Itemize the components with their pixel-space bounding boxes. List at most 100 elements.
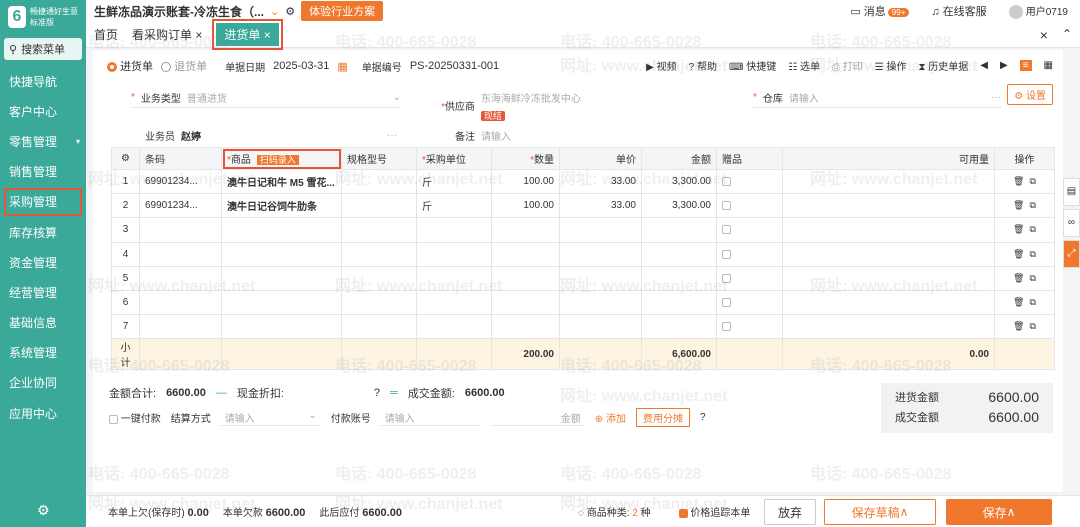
copy-icon[interactable]: ⧉ [1030, 224, 1036, 234]
more-icon[interactable]: ··· [387, 130, 397, 141]
toolbar-item[interactable]: ⌨ 快捷键 [729, 58, 776, 73]
prev-icon[interactable]: ◀ [980, 60, 988, 71]
cell-amount[interactable]: 3,300.00 [641, 193, 717, 219]
cell-product[interactable] [221, 289, 342, 316]
copy-icon[interactable]: ⧉ [1030, 249, 1036, 259]
gift-checkbox[interactable] [716, 314, 783, 340]
cell-unit[interactable] [416, 241, 492, 267]
cell-qty[interactable] [491, 289, 560, 316]
one-click-pay-checkbox[interactable]: 一键付款 [109, 410, 161, 425]
sidebar-item[interactable]: 应用中心 [0, 398, 86, 428]
cell-spec[interactable] [341, 193, 417, 219]
tab-purchase-receipt[interactable]: 进货单 × [212, 19, 283, 50]
date-value[interactable]: 2025-03-31 [273, 60, 329, 72]
cell-qty[interactable] [491, 314, 560, 340]
abandon-button[interactable]: 放弃 [764, 499, 816, 525]
cell-price[interactable] [559, 314, 642, 340]
pay-account-input[interactable]: 请输入 [380, 410, 481, 426]
cell-product[interactable] [221, 265, 342, 291]
next-icon[interactable]: ▶ [1000, 60, 1008, 71]
caret-down-icon[interactable]: ▾ [76, 137, 80, 146]
delete-icon[interactable]: 🗑 [1013, 273, 1024, 283]
sidebar-item[interactable]: 经营管理 [0, 277, 86, 307]
cell-barcode[interactable]: 69901234... [139, 193, 222, 219]
link-icon[interactable]: ∞ [1063, 209, 1080, 237]
gift-checkbox[interactable] [716, 193, 783, 219]
warehouse-field[interactable]: * 仓库 请输入 ··· [753, 90, 1001, 108]
cell-amount[interactable] [641, 314, 717, 340]
sidebar-item[interactable]: 销售管理 [0, 157, 86, 187]
cell-price[interactable] [559, 241, 642, 267]
cell-amount[interactable] [641, 241, 717, 267]
note-icon[interactable]: ▤ [1063, 178, 1080, 206]
cell-amount[interactable] [641, 265, 717, 291]
cell-spec[interactable] [341, 265, 417, 291]
cell-spec[interactable] [341, 314, 417, 340]
cell-qty[interactable]: 100.00 [491, 193, 560, 219]
tab-view-po[interactable]: 看采购订单 × [132, 26, 202, 43]
cell-barcode[interactable]: 69901234... [139, 168, 222, 195]
copy-icon[interactable]: ⧉ [1030, 200, 1036, 210]
tab-home[interactable]: 首页 [94, 26, 118, 43]
cell-unit[interactable] [416, 217, 492, 243]
table-row[interactable]: 1 69901234... 澳牛日记和牛 M5 雪花... 斤 100.00 33.00 3… [111, 168, 1055, 195]
toolbar-item[interactable]: ▶ 视频 [646, 58, 676, 73]
cell-price[interactable] [559, 265, 642, 291]
biz-type-field[interactable]: * 业务类型 普通进货 ⌄ [131, 90, 401, 108]
cell-amount[interactable] [641, 217, 717, 243]
toolbar-item[interactable]: ☰ 操作 [875, 58, 907, 73]
grid-view-icon[interactable]: ▦ [1044, 60, 1053, 71]
cell-product[interactable]: 澳牛日记谷饲牛肋条 [221, 193, 342, 219]
toolbar-item[interactable]: ? 帮助 [689, 58, 717, 73]
cell-unit[interactable] [416, 314, 492, 340]
calendar-icon[interactable]: ▦ [337, 60, 347, 73]
table-row[interactable]: 5 🗑 ⧉ [111, 265, 1055, 291]
delete-icon[interactable]: 🗑 [1013, 200, 1024, 210]
supplier-field[interactable]: *供应商 东海海鲜冷冻批发中心 现结 [441, 90, 711, 122]
cell-product[interactable]: 澳牛日记和牛 M5 雪花... [221, 168, 342, 195]
cell-amount[interactable] [641, 289, 717, 316]
table-row[interactable]: 2 69901234... 澳牛日记谷饲牛肋条 斤 100.00 33.00 3,300.0… [111, 193, 1055, 219]
close-icon[interactable]: × [264, 28, 271, 42]
scan-entry-button[interactable]: 扫码录入 [256, 155, 299, 165]
cell-spec[interactable] [341, 241, 417, 267]
user-menu[interactable]: 用户0719 [1008, 3, 1068, 20]
cell-product[interactable] [221, 217, 342, 243]
cell-unit[interactable] [416, 289, 492, 316]
cell-price[interactable]: 33.00 [559, 193, 642, 219]
sidebar-item[interactable]: 采购管理 [3, 187, 83, 217]
chevron-down-icon[interactable]: ⌄ [270, 5, 279, 18]
cell-price[interactable] [559, 289, 642, 316]
cell-product[interactable] [221, 314, 342, 340]
help-icon[interactable]: ? [374, 387, 380, 399]
gift-checkbox[interactable] [716, 168, 783, 195]
sidebar-item[interactable]: 资金管理 [0, 247, 86, 277]
sidebar-item[interactable]: 快捷导航 [0, 66, 86, 96]
delete-icon[interactable]: 🗑 [1013, 321, 1024, 331]
cell-price[interactable]: 33.00 [559, 168, 642, 195]
settle-method-input[interactable]: 请输入 ⌄ [220, 410, 321, 426]
delete-icon[interactable]: 🗑 [1013, 224, 1024, 234]
cell-spec[interactable] [341, 217, 417, 243]
cell-qty[interactable]: 100.00 [491, 168, 560, 195]
delete-icon[interactable]: 🗑 [1013, 249, 1024, 259]
delete-icon[interactable]: 🗑 [1013, 176, 1024, 186]
sidebar-item[interactable]: 库存核算 [0, 217, 86, 247]
toolbar-item[interactable]: ⎙ 打印 [832, 58, 863, 73]
copy-icon[interactable]: ⧉ [1030, 297, 1036, 307]
cell-barcode[interactable] [139, 265, 222, 291]
cell-spec[interactable] [341, 168, 417, 195]
bill-no-value[interactable]: PS-20250331-001 [410, 60, 499, 72]
add-payment-button[interactable]: ⊕ 添加 [595, 410, 626, 425]
cell-qty[interactable] [491, 217, 560, 243]
gift-checkbox[interactable] [716, 289, 783, 316]
table-row[interactable]: 6 🗑 ⧉ [111, 289, 1055, 316]
table-row[interactable]: 4 🗑 ⧉ [111, 241, 1055, 267]
fee-allocation-button[interactable]: 费用分摊 [635, 408, 690, 427]
sidebar-item[interactable]: 基础信息 [0, 308, 86, 338]
account-name[interactable]: 生鲜冻品演示账套-冷冻生食（... [94, 3, 264, 20]
sidebar-item[interactable]: 客户中心 [0, 96, 86, 126]
copy-icon[interactable]: ⧉ [1030, 321, 1036, 331]
copy-icon[interactable]: ⧉ [1030, 176, 1036, 186]
cell-barcode[interactable] [139, 289, 222, 316]
